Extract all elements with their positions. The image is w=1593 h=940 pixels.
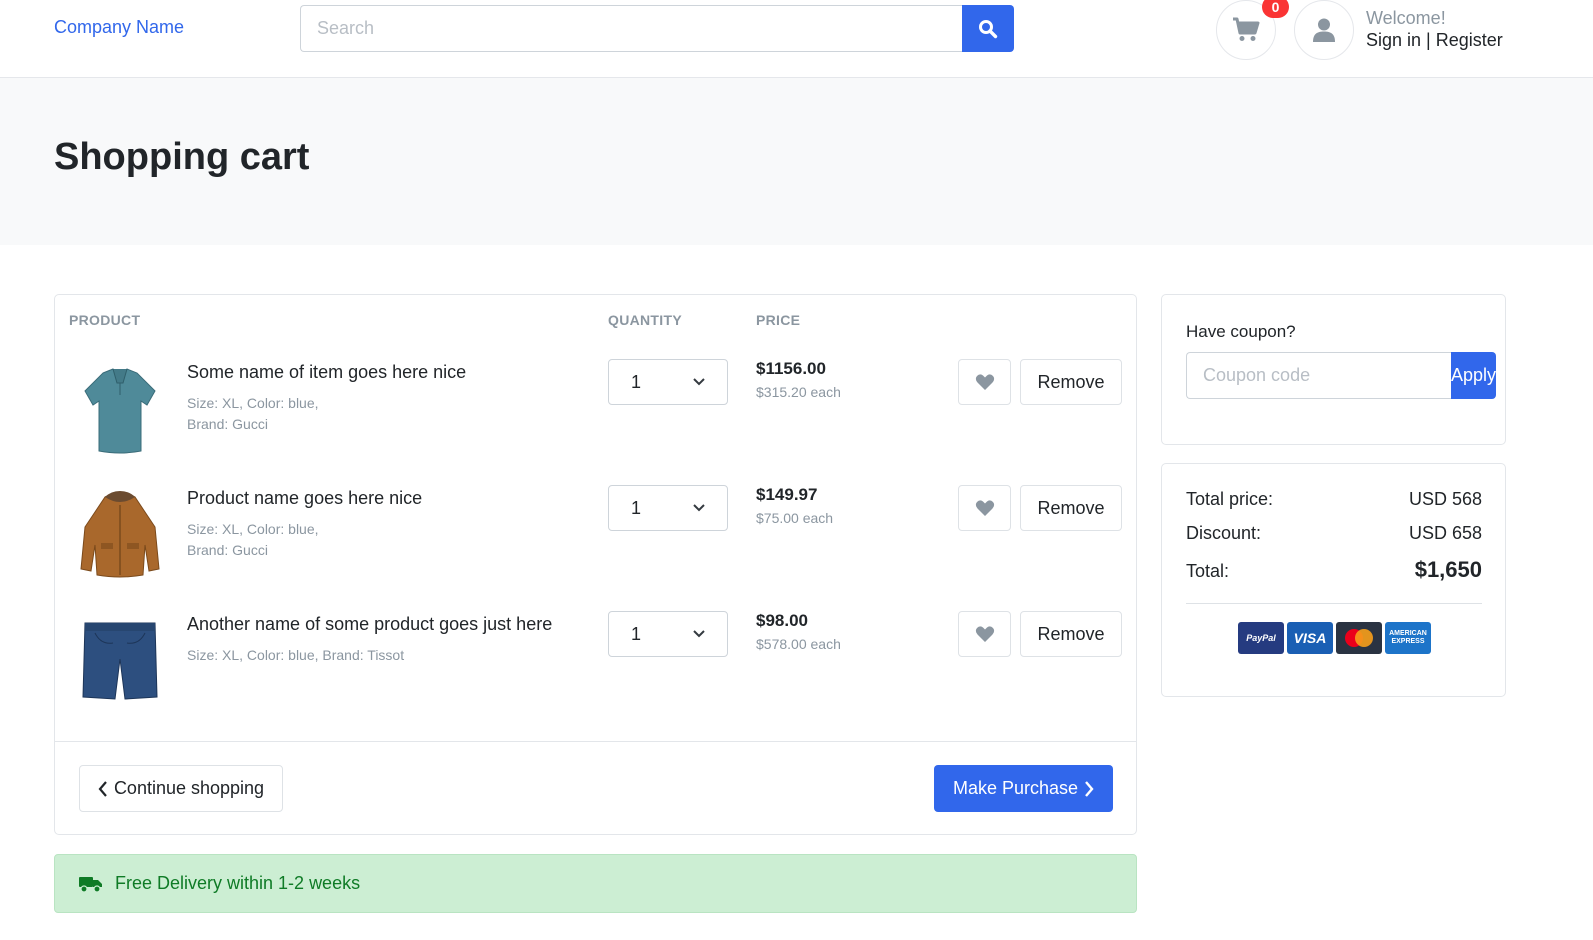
favorite-button[interactable] (958, 611, 1011, 657)
search-button[interactable] (962, 5, 1014, 52)
paypal-text: PayPal (1246, 633, 1276, 643)
sign-in-link[interactable]: Sign in (1366, 30, 1421, 50)
user-avatar-button[interactable] (1294, 0, 1354, 60)
item-meta-line: Size: XL, Color: blue, (187, 521, 319, 537)
mastercard-circles (1345, 629, 1373, 647)
column-header-product: PRODUCT (69, 312, 141, 328)
apply-coupon-button[interactable]: Apply (1451, 352, 1497, 399)
coupon-form: Apply (1186, 352, 1497, 399)
summary-discount-row: Discount: USD 658 (1186, 523, 1482, 544)
make-purchase-button[interactable]: Make Purchase (934, 765, 1113, 812)
shorts-icon (82, 622, 158, 700)
quantity-value: 1 (631, 497, 642, 518)
item-price: $98.00 (756, 611, 808, 630)
chevron-down-icon (693, 504, 705, 512)
amex-icon: AMERICAN EXPRESS (1385, 622, 1431, 654)
item-name[interactable]: Some name of item goes here nice (187, 362, 466, 383)
quantity-value: 1 (631, 623, 642, 644)
paypal-icon: PayPal (1238, 622, 1284, 654)
chevron-down-icon (693, 630, 705, 638)
total-price-label: Total price: (1186, 489, 1274, 509)
column-header-price: PRICE (756, 312, 801, 328)
search-input[interactable] (300, 5, 962, 52)
cart-count-badge: 0 (1262, 0, 1289, 18)
continue-shopping-button[interactable]: Continue shopping (79, 765, 283, 812)
item-name[interactable]: Another name of some product goes just h… (187, 614, 552, 635)
total-value: $1,650 (1414, 557, 1482, 582)
cart-row: Some name of item goes here nice Size: X… (55, 359, 1138, 469)
heart-icon (975, 626, 994, 642)
truck-icon (79, 876, 102, 893)
chevron-right-icon (1085, 780, 1094, 797)
summary-total-price-row: Total price: USD 568 (1186, 489, 1482, 510)
item-unit-price: $315.20 each (756, 384, 841, 400)
item-attributes: Size: XL, Color: blue, Brand: Gucci (187, 393, 447, 435)
item-name[interactable]: Product name goes here nice (187, 488, 422, 509)
delivery-text: Free Delivery within 1-2 weeks (115, 873, 361, 893)
summary-total-row: Total: $1,650 (1186, 557, 1482, 583)
brand-link[interactable]: Company Name (54, 17, 184, 38)
mastercard-icon (1336, 622, 1382, 654)
remove-button[interactable]: Remove (1020, 485, 1122, 531)
order-summary-card: Total price: USD 568 Discount: USD 658 T… (1161, 463, 1506, 697)
discount-value: USD 658 (1408, 523, 1482, 543)
chevron-down-icon (693, 378, 705, 386)
remove-button[interactable]: Remove (1020, 611, 1122, 657)
item-attributes: Size: XL, Color: blue, Brand: Gucci (187, 519, 447, 561)
coupon-code-input[interactable] (1186, 352, 1451, 399)
quantity-select[interactable]: 1 (608, 485, 728, 531)
favorite-button[interactable] (958, 485, 1011, 531)
welcome-block: Welcome! Sign in | Register (1366, 7, 1503, 51)
summary-divider (1186, 603, 1482, 604)
item-unit-price: $75.00 each (756, 510, 834, 526)
item-meta-line: Size: XL, Color: blue, Brand: Tissot (187, 647, 405, 663)
chevron-left-icon (98, 780, 107, 797)
cart-footer: Continue shopping Make Purchase (55, 741, 1136, 835)
shopping-cart-icon (1233, 17, 1260, 41)
coupon-label: Have coupon? (1186, 322, 1296, 341)
search-icon (979, 19, 998, 38)
make-purchase-label: Make Purchase (952, 778, 1079, 798)
jacket-icon (80, 491, 160, 578)
coupon-card: Have coupon? Apply (1161, 294, 1506, 445)
continue-shopping-label: Continue shopping (113, 778, 265, 798)
cart-row: Another name of some product goes just h… (55, 611, 1138, 721)
item-price: $149.97 (756, 485, 818, 504)
total-label: Total: (1186, 561, 1230, 581)
item-attributes: Size: XL, Color: blue, Brand: Tissot (187, 645, 447, 666)
total-price-value: USD 568 (1408, 489, 1482, 509)
amex-text-line: EXPRESS (1391, 638, 1425, 645)
page-header: Shopping cart (0, 78, 1593, 245)
polo-shirt-icon (84, 368, 156, 454)
discount-label: Discount: (1186, 523, 1262, 543)
item-meta-line: Brand: Gucci (187, 416, 268, 432)
search-bar (300, 5, 1014, 52)
payment-methods: PayPal VISA AMERICAN EXPRESS (1238, 622, 1431, 654)
register-link[interactable]: Register (1436, 30, 1503, 50)
remove-button[interactable]: Remove (1020, 359, 1122, 405)
quantity-value: 1 (631, 371, 642, 392)
item-meta-line: Size: XL, Color: blue, (187, 395, 319, 411)
visa-icon: VISA (1287, 622, 1333, 654)
visa-text: VISA (1293, 630, 1327, 646)
link-separator: | (1421, 30, 1436, 50)
welcome-label: Welcome! (1366, 8, 1446, 28)
amex-text-line: AMERICAN (1389, 630, 1427, 637)
item-price: $1156.00 (756, 359, 826, 378)
item-unit-price: $578.00 each (756, 636, 841, 652)
page-title: Shopping cart (54, 136, 310, 178)
favorite-button[interactable] (958, 359, 1011, 405)
quantity-select[interactable]: 1 (608, 611, 728, 657)
quantity-select[interactable]: 1 (608, 359, 728, 405)
cart-table-card: PRODUCT QUANTITY PRICE Some name of item… (54, 294, 1137, 835)
column-header-quantity: QUANTITY (608, 312, 682, 328)
heart-icon (975, 374, 994, 390)
item-meta-line: Brand: Gucci (187, 542, 268, 558)
delivery-alert: Free Delivery within 1-2 weeks (54, 854, 1137, 913)
heart-icon (975, 500, 994, 516)
user-icon (1313, 18, 1335, 42)
cart-row: Product name goes here nice Size: XL, Co… (55, 485, 1138, 595)
top-header: Company Name 0 Welcome! Sign in | Regist… (0, 0, 1593, 78)
